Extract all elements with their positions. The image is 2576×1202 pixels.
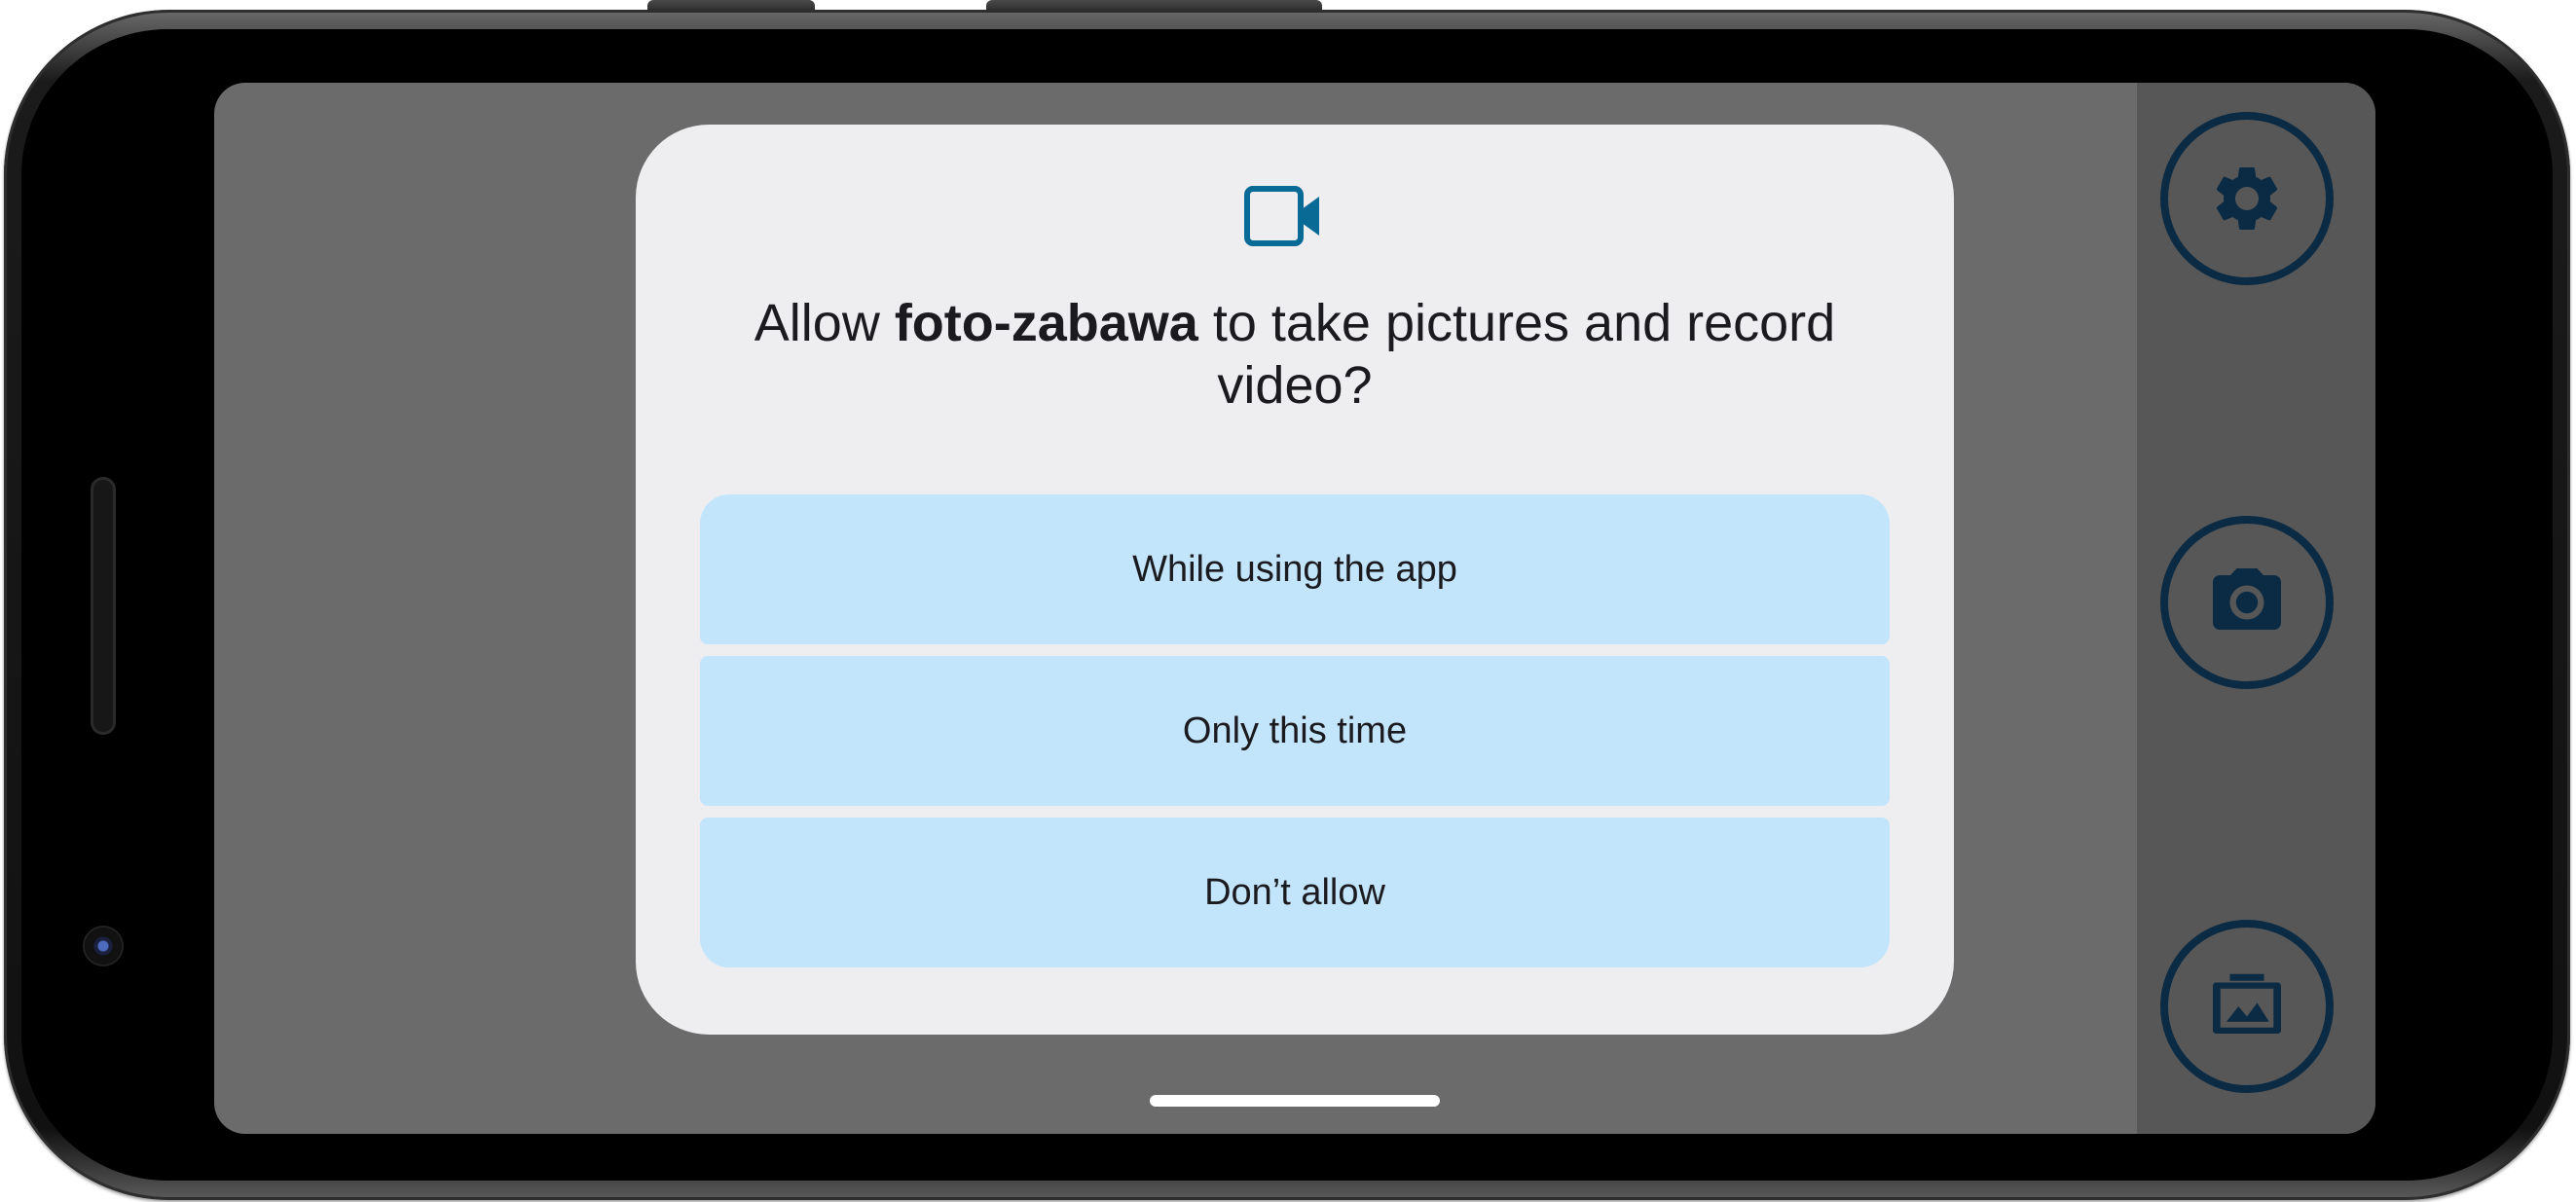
gallery-button[interactable] [2160, 920, 2334, 1093]
title-suffix: to take pictures and record video? [1197, 294, 1836, 415]
camera-shutter-icon [2213, 568, 2281, 630]
settings-button[interactable] [2160, 112, 2334, 285]
permission-options: While using the app Only this time Don’t… [700, 494, 1890, 967]
permission-dialog: Allow foto-zabawa to take pictures and r… [636, 125, 1954, 1035]
home-gesture-bar[interactable] [1150, 1095, 1440, 1107]
take-photo-button[interactable] [2160, 516, 2334, 689]
title-prefix: Allow [754, 294, 895, 352]
video-camera-icon [1244, 186, 1319, 246]
permission-question: Allow foto-zabawa to take pictures and r… [714, 292, 1876, 417]
dont-allow-button[interactable]: Don’t allow [700, 818, 1890, 967]
gallery-icon [2213, 973, 2281, 1034]
allow-only-this-time-button[interactable]: Only this time [700, 656, 1890, 806]
screen: Allow foto-zabawa to take pictures and r… [214, 83, 2375, 1134]
app-name: foto-zabawa [894, 294, 1198, 352]
settings-gear-icon [2216, 166, 2278, 230]
allow-while-using-app-button[interactable]: While using the app [700, 494, 1890, 644]
earpiece-speaker [91, 477, 116, 735]
front-camera-lens [85, 928, 122, 965]
